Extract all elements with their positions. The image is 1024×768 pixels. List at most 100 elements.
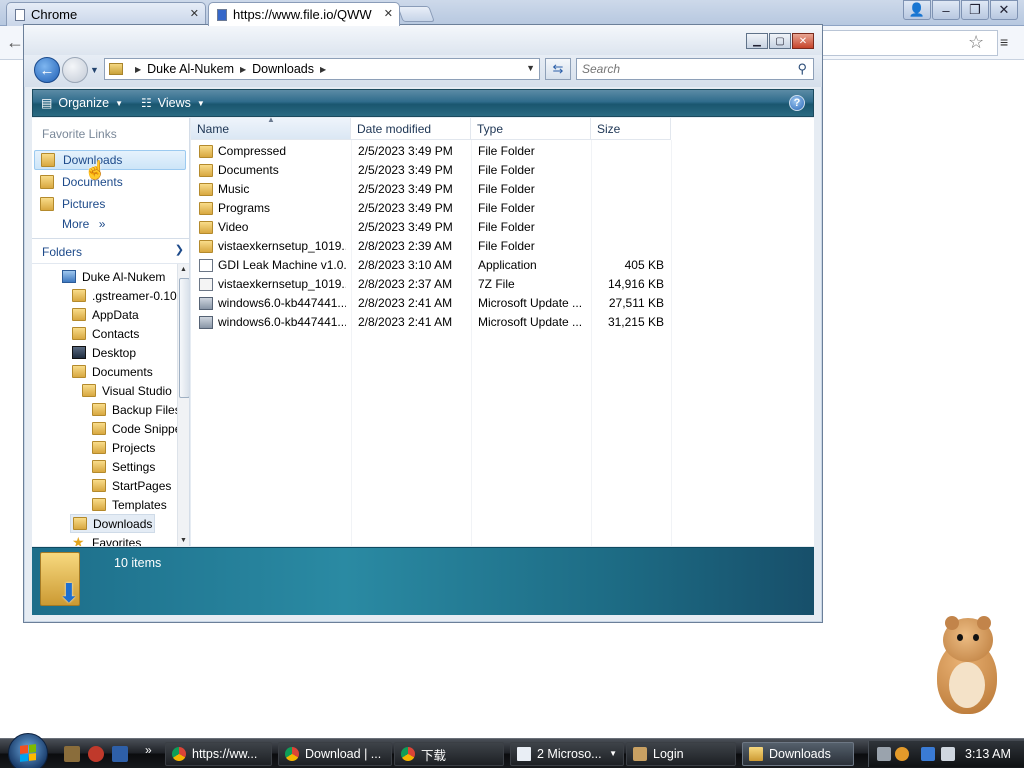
favorite-links-header: Favorite Links <box>42 127 117 141</box>
search-input[interactable] <box>577 59 777 79</box>
scroll-thumb[interactable] <box>179 278 189 398</box>
help-icon[interactable]: ? <box>789 95 805 111</box>
tree-item[interactable]: Contacts <box>72 324 139 343</box>
tray-icon[interactable] <box>877 747 891 761</box>
tree-item-selected[interactable]: Downloads <box>70 514 156 533</box>
column-header-size[interactable]: Size <box>591 118 671 140</box>
organize-button[interactable]: ▤ Organize ▼ <box>41 96 123 110</box>
browser-back-icon[interactable]: ← <box>6 32 24 53</box>
tree-item[interactable]: StartPages <box>92 476 171 495</box>
close-tab-icon[interactable]: ✕ <box>384 7 393 20</box>
window-group-icon <box>517 747 531 761</box>
file-row[interactable]: Documents 2/5/2023 3:49 PM File Folder <box>191 161 673 180</box>
column-header-name[interactable]: ▲ Name <box>191 115 351 140</box>
new-tab-button[interactable] <box>397 6 435 22</box>
browser-menu-icon[interactable]: ≡ <box>1000 34 1008 50</box>
clock[interactable]: 3:13 AM <box>965 747 1011 761</box>
minimize-icon[interactable]: ▁ <box>746 33 768 49</box>
folder-icon <box>199 202 213 215</box>
taskbar-button-active[interactable]: Downloads <box>742 742 854 766</box>
breadcrumb-chevron-icon[interactable]: ▶ <box>240 65 246 74</box>
user-profile-icon[interactable]: 👤 <box>903 0 931 20</box>
tree-item[interactable]: Desktop <box>72 343 136 362</box>
favorite-link-downloads[interactable]: Downloads <box>34 150 186 170</box>
file-row[interactable]: vistaexkernsetup_1019... 2/8/2023 2:39 A… <box>191 237 673 256</box>
start-button[interactable] <box>8 733 48 768</box>
address-dropdown-icon[interactable]: ▼ <box>526 63 535 73</box>
file-row[interactable]: vistaexkernsetup_1019... 2/8/2023 2:37 A… <box>191 275 673 294</box>
taskbar-button[interactable]: https://ww... <box>165 742 272 766</box>
favorite-link-documents[interactable]: Documents <box>34 172 186 192</box>
restore-icon[interactable]: ❐ <box>961 0 989 20</box>
tree-item[interactable]: Projects <box>92 438 155 457</box>
update-package-icon <box>199 297 213 310</box>
maximize-icon[interactable]: ▢ <box>769 33 791 49</box>
close-icon[interactable]: ✕ <box>792 33 814 49</box>
file-row[interactable]: Programs 2/5/2023 3:49 PM File Folder <box>191 199 673 218</box>
tray-icon[interactable] <box>895 747 909 761</box>
explorer-titlebar[interactable]: ▁ ▢ ✕ <box>24 25 822 55</box>
organize-icon: ▤ <box>41 96 53 110</box>
network-icon[interactable] <box>921 747 935 761</box>
file-type: Microsoft Update ... <box>478 315 583 329</box>
tree-scrollbar[interactable]: ▲ ▼ <box>177 264 189 546</box>
taskbar-button-group[interactable]: 2 Microso... ▼ <box>510 742 624 766</box>
column-header-date[interactable]: Date modified <box>351 118 471 140</box>
tree-item[interactable]: .gstreamer-0.10 <box>72 286 177 305</box>
tree-item[interactable]: Duke Al-Nukem <box>62 267 165 286</box>
taskbar-button-label: Login <box>653 747 684 761</box>
favorite-link-pictures[interactable]: Pictures <box>34 194 186 214</box>
file-row[interactable]: Music 2/5/2023 3:49 PM File Folder <box>191 180 673 199</box>
tree-item[interactable]: Code Snippets <box>92 419 189 438</box>
hand-cursor-icon: ☝ <box>84 160 107 180</box>
scroll-up-icon[interactable]: ▲ <box>180 266 187 273</box>
taskbar-button-label: Download | ... <box>305 747 382 761</box>
file-row[interactable]: GDI Leak Machine v1.0... 2/8/2023 3:10 A… <box>191 256 673 275</box>
close-tab-icon[interactable]: ✕ <box>190 7 199 20</box>
views-button[interactable]: ☷ Views ▼ <box>141 96 205 110</box>
breadcrumb-chevron-icon[interactable]: ▶ <box>320 65 326 74</box>
breadcrumb-downloads[interactable]: Downloads <box>252 62 314 76</box>
tree-item[interactable]: ★ Favorites <box>72 533 141 546</box>
file-row[interactable]: Compressed 2/5/2023 3:49 PM File Folder <box>191 142 673 161</box>
file-row[interactable]: windows6.0-kb447441... 2/8/2023 2:41 AM … <box>191 313 673 332</box>
tree-item-label: StartPages <box>112 478 172 493</box>
show-desktop-icon[interactable] <box>112 746 128 762</box>
more-links[interactable]: More » <box>62 217 105 231</box>
tree-item[interactable]: Backup Files <box>92 400 181 419</box>
search-icon[interactable]: ⚲ <box>797 61 807 77</box>
taskbar-button[interactable]: Download | ... <box>278 742 392 766</box>
bookmark-star-icon[interactable]: ☆ <box>968 32 984 53</box>
tree-item[interactable]: AppData <box>72 305 139 324</box>
quick-launch-icon[interactable] <box>64 746 80 762</box>
folder-icon <box>92 403 106 416</box>
tree-item[interactable]: Visual Studio <box>82 381 172 400</box>
browser-tab-strip: Chrome ✕ https://www.file.io/QWW ✕ 👤 – ❐… <box>0 0 1024 26</box>
scroll-down-icon[interactable]: ▼ <box>180 537 187 544</box>
taskbar-button[interactable]: Login <box>626 742 736 766</box>
file-row[interactable]: windows6.0-kb447441... 2/8/2023 2:41 AM … <box>191 294 673 313</box>
folders-header[interactable]: Folders ❯ <box>32 238 189 264</box>
quick-launch-more-icon[interactable]: » <box>145 743 152 757</box>
volume-icon[interactable] <box>941 747 955 761</box>
tree-item[interactable]: Documents <box>72 362 153 381</box>
browser-tab-fileio[interactable]: https://www.file.io/QWW ✕ <box>208 2 400 26</box>
minimize-icon[interactable]: – <box>932 0 960 20</box>
breadcrumb-user[interactable]: Duke Al-Nukem <box>147 62 234 76</box>
taskbar-button[interactable]: 下载 <box>394 742 504 766</box>
browser-tab-chrome[interactable]: Chrome ✕ <box>6 2 206 26</box>
quick-launch-icon[interactable] <box>88 746 104 762</box>
column-header-type[interactable]: Type <box>471 118 591 140</box>
tree-item[interactable]: Templates <box>92 495 167 514</box>
address-bar[interactable]: ▶ Duke Al-Nukem ▶ Downloads ▶ ▼ <box>104 58 540 80</box>
refresh-button[interactable]: ⇆ <box>545 58 571 80</box>
recent-pages-dropdown-icon[interactable]: ▼ <box>90 65 99 75</box>
back-button[interactable]: ← <box>34 57 60 83</box>
file-size: 31,215 KB <box>607 315 664 329</box>
breadcrumb-chevron-icon[interactable]: ▶ <box>135 65 141 74</box>
file-row[interactable]: Video 2/5/2023 3:49 PM File Folder <box>191 218 673 237</box>
forward-button[interactable] <box>62 57 88 83</box>
taskbar-button-label: Downloads <box>769 747 831 761</box>
close-icon[interactable]: ✕ <box>990 0 1018 20</box>
tree-item[interactable]: Settings <box>92 457 155 476</box>
